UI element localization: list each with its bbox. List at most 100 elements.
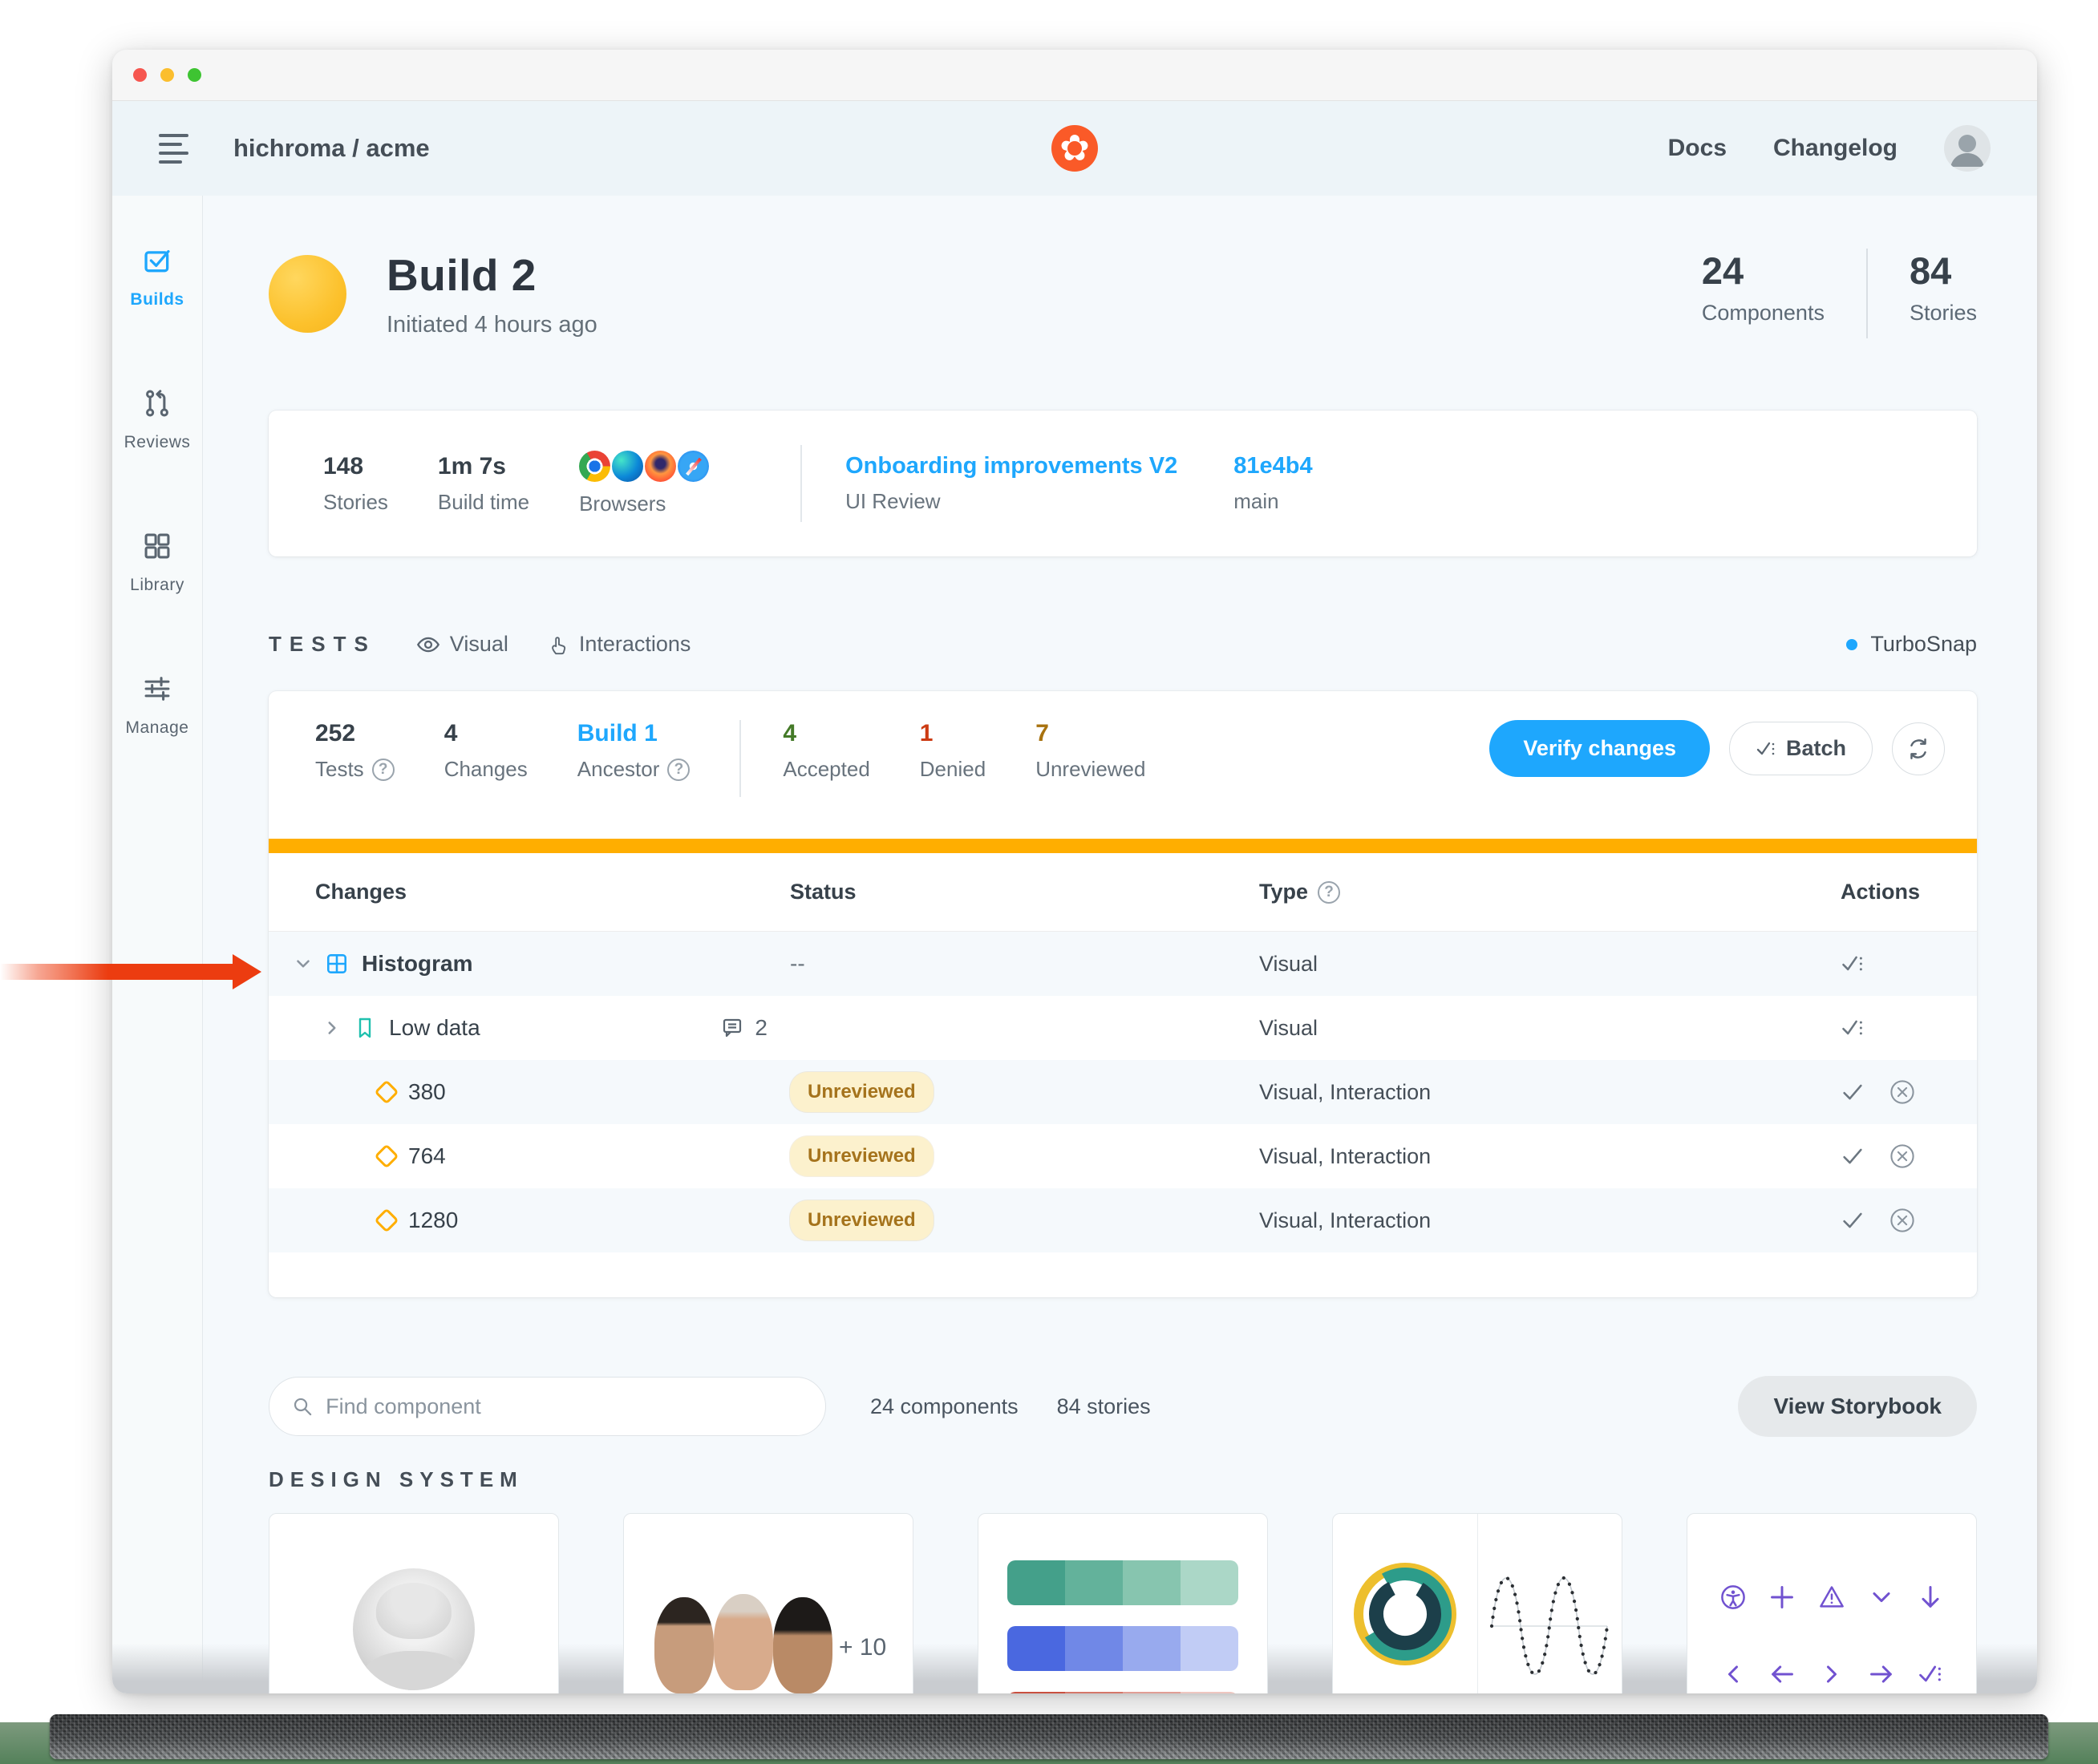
story-bookmark-icon	[354, 1017, 376, 1039]
pointer-hand-icon	[547, 633, 569, 656]
sidebar-item-manage[interactable]: Manage	[126, 674, 189, 738]
sidebar-item-builds[interactable]: Builds	[130, 245, 184, 310]
component-card-avatar[interactable]	[269, 1513, 559, 1693]
turbosnap-indicator[interactable]: TurboSnap	[1846, 632, 1977, 657]
arrow-left-icon	[1768, 1661, 1796, 1688]
component-card-icons[interactable]	[1687, 1513, 1977, 1693]
user-avatar[interactable]	[1944, 125, 1991, 172]
window-titlebar	[112, 50, 2037, 101]
minimize-window-button[interactable]	[160, 68, 174, 82]
table-row-histogram[interactable]: Histogram -- Visual	[269, 932, 1977, 996]
color-swatch	[1007, 1560, 1065, 1605]
help-icon[interactable]: ?	[667, 759, 690, 781]
deny-icon[interactable]	[1889, 1143, 1916, 1170]
color-swatch	[1065, 1626, 1123, 1671]
viewport-diamond-icon	[374, 1143, 399, 1168]
tests-card: 252 Tests? 4 Changes Build 1 Ancestor? 4…	[269, 691, 1977, 1297]
ancestor-build-link[interactable]: Build 1	[577, 720, 691, 747]
column-header-type: Type?	[1259, 880, 1841, 904]
comment-count[interactable]: 2	[721, 1015, 768, 1041]
docs-link[interactable]: Docs	[1668, 135, 1727, 162]
refresh-button[interactable]	[1892, 722, 1945, 775]
chevron-down-icon[interactable]	[293, 953, 314, 974]
viewport-diamond-icon	[374, 1079, 399, 1104]
search-icon	[292, 1395, 313, 1418]
manage-icon	[142, 674, 172, 708]
status-badge: Unreviewed	[790, 1200, 934, 1240]
status-badge: Unreviewed	[790, 1072, 934, 1112]
sidebar-item-label: Library	[130, 576, 184, 595]
help-icon[interactable]: ?	[1318, 881, 1340, 904]
commit-link-group: 81e4b4 main	[1233, 453, 1312, 514]
build-summary-card: 148 Stories 1m 7s Build time Browsers On…	[269, 411, 1977, 556]
component-card-charts[interactable]	[1332, 1513, 1622, 1693]
ui-review-link-group: Onboarding improvements V2 UI Review	[845, 453, 1177, 514]
sidebar-item-reviews[interactable]: Reviews	[124, 388, 191, 452]
status-text: --	[790, 951, 805, 976]
type-text: Visual, Interaction	[1259, 1208, 1431, 1232]
sidebar-item-label: Builds	[130, 290, 184, 310]
batch-accept-icon[interactable]	[1841, 1016, 1865, 1040]
summary-stories: 148 Stories	[323, 453, 388, 515]
batch-check-icon	[1917, 1661, 1944, 1688]
chrome-browser-icon	[579, 451, 610, 482]
chromatic-logo-icon[interactable]	[1051, 125, 1098, 172]
sidebar-item-library[interactable]: Library	[130, 531, 184, 595]
table-row-764[interactable]: 764 Unreviewed Visual, Interaction	[269, 1124, 1977, 1188]
commit-link[interactable]: 81e4b4	[1233, 453, 1312, 479]
accept-icon[interactable]	[1841, 1208, 1865, 1232]
deny-icon[interactable]	[1889, 1078, 1916, 1106]
chevron-down-icon	[1868, 1584, 1895, 1611]
sidebar-item-label: Reviews	[124, 433, 191, 452]
color-swatch	[1181, 1626, 1238, 1671]
batch-accept-icon[interactable]	[1841, 952, 1865, 976]
table-row-low-data[interactable]: Low data 2 Visual	[269, 996, 1977, 1060]
accept-icon[interactable]	[1841, 1080, 1865, 1104]
reviews-icon	[142, 388, 172, 423]
stories-count-text: 84 stories	[1057, 1394, 1151, 1419]
donut-chart	[1333, 1514, 1477, 1693]
search-field[interactable]	[269, 1377, 826, 1436]
person-photo	[654, 1597, 714, 1693]
table-row-1280[interactable]: 1280 Unreviewed Visual, Interaction	[269, 1188, 1977, 1252]
chevron-right-icon[interactable]	[322, 1018, 342, 1038]
type-text: Visual	[1259, 952, 1318, 976]
sidebar-item-label: Manage	[126, 718, 189, 738]
breadcrumb[interactable]: hichroma / acme	[233, 134, 430, 163]
verify-changes-button[interactable]: Verify changes	[1489, 720, 1710, 777]
component-card-swatches[interactable]	[978, 1513, 1268, 1693]
bottom-textured-strip	[50, 1714, 2048, 1759]
search-input[interactable]	[326, 1394, 803, 1419]
menu-icon[interactable]	[159, 134, 188, 164]
batch-check-icon	[1756, 738, 1776, 759]
visual-toggle[interactable]: Visual	[416, 632, 508, 657]
status-badge: Unreviewed	[790, 1136, 934, 1176]
stat-unreviewed: 7 Unreviewed	[1035, 720, 1145, 782]
view-storybook-button[interactable]: View Storybook	[1738, 1376, 1977, 1437]
build-subtitle: Initiated 4 hours ago	[387, 312, 597, 338]
stat-denied: 1 Denied	[920, 720, 986, 782]
line-chart	[1477, 1514, 1622, 1693]
interactions-toggle[interactable]: Interactions	[547, 632, 691, 657]
component-card-people[interactable]: + 10	[623, 1513, 913, 1693]
color-swatch	[1123, 1560, 1181, 1605]
table-row-380[interactable]: 380 Unreviewed Visual, Interaction	[269, 1060, 1977, 1124]
accept-icon[interactable]	[1841, 1144, 1865, 1168]
row-label: 1280	[408, 1208, 458, 1233]
component-search-row: 24 components 84 stories View Storybook	[269, 1376, 1977, 1437]
tests-heading: TESTS	[269, 632, 376, 657]
row-label: Histogram	[362, 951, 472, 977]
zoom-window-button[interactable]	[188, 68, 201, 82]
stat-accepted: 4 Accepted	[783, 720, 869, 782]
deny-icon[interactable]	[1889, 1207, 1916, 1234]
changelog-link[interactable]: Changelog	[1773, 135, 1898, 162]
sidebar: Builds Reviews	[112, 196, 203, 1693]
batch-button[interactable]: Batch	[1729, 722, 1873, 775]
review-link[interactable]: Onboarding improvements V2	[845, 453, 1177, 479]
refresh-icon	[1906, 736, 1931, 762]
tests-stats-row: 252 Tests? 4 Changes Build 1 Ancestor? 4…	[269, 691, 1977, 797]
help-icon[interactable]: ?	[372, 759, 395, 781]
summary-build-time: 1m 7s Build time	[438, 453, 529, 515]
close-window-button[interactable]	[133, 68, 147, 82]
color-swatch	[1181, 1560, 1238, 1605]
